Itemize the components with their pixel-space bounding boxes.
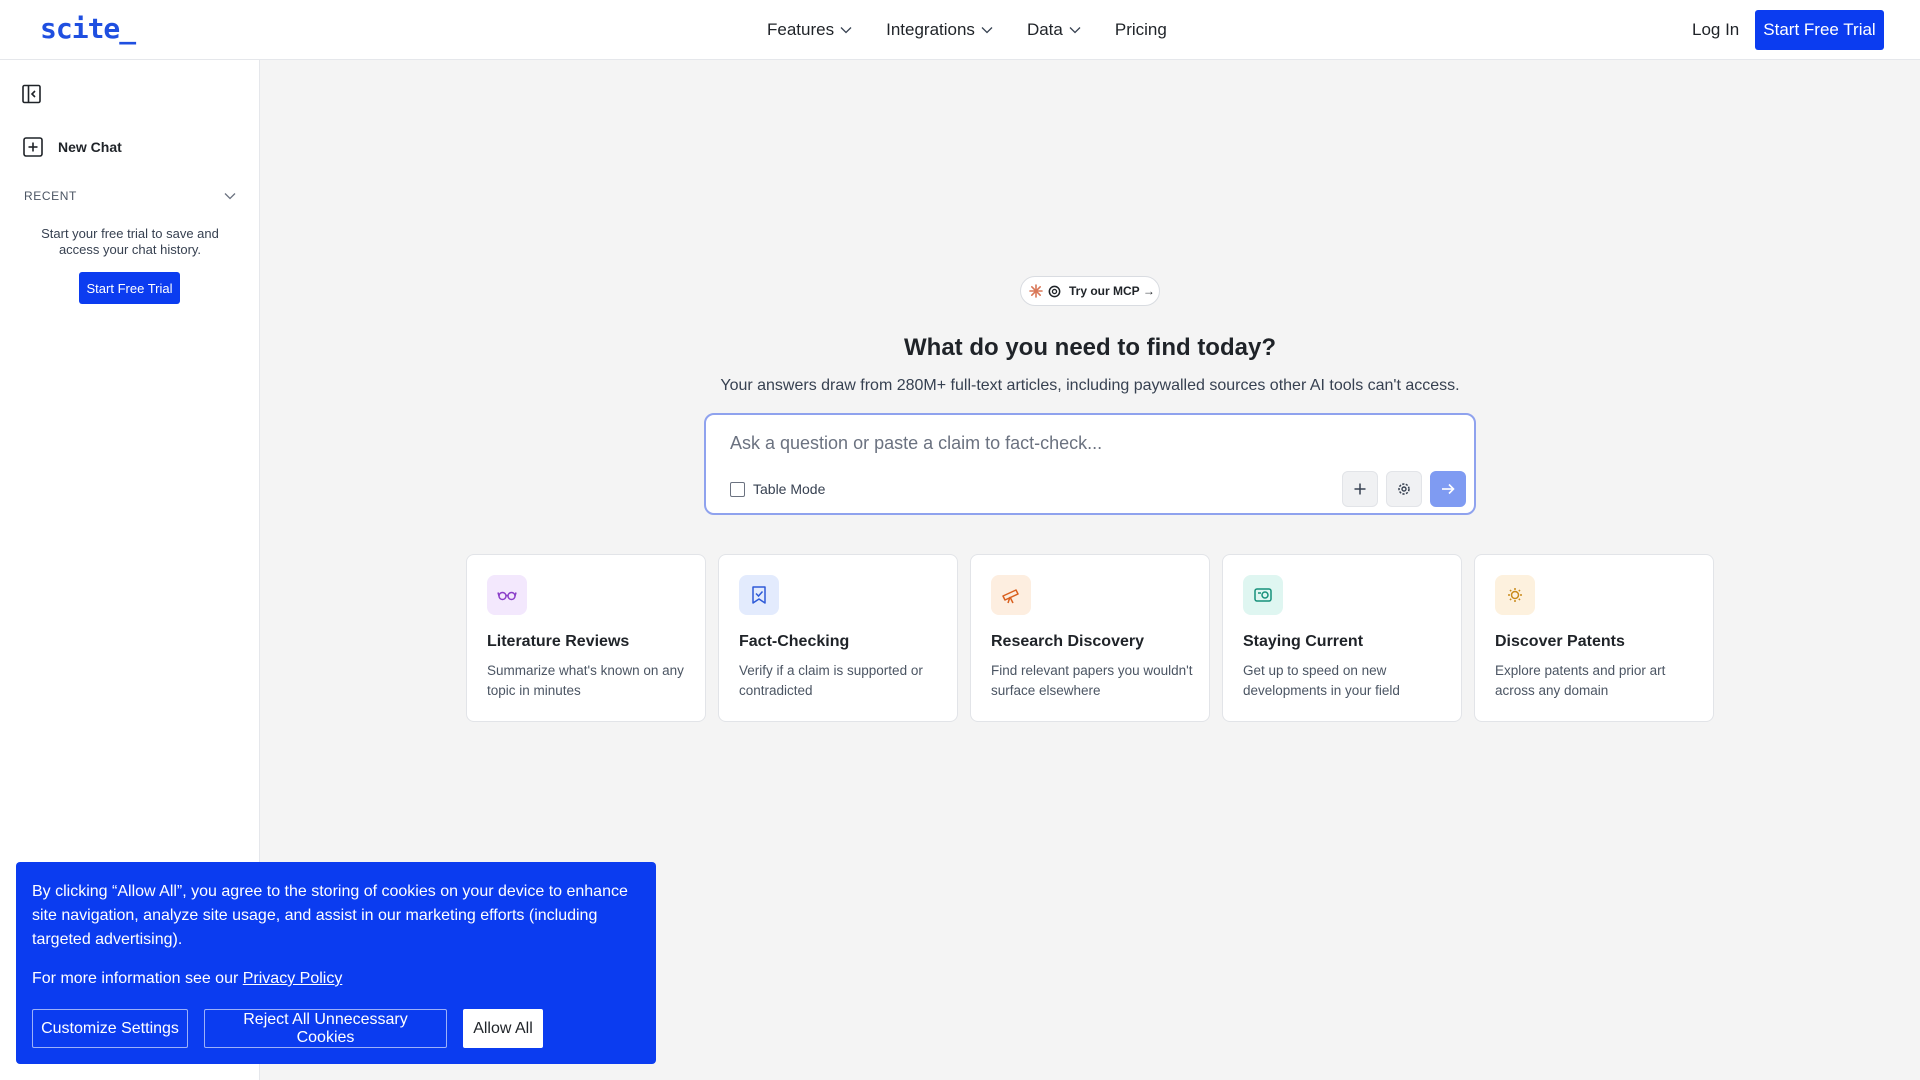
card-staying-current[interactable]: Staying Current Get up to speed on new d… bbox=[1222, 554, 1462, 722]
start-free-trial-button[interactable]: Start Free Trial bbox=[1755, 10, 1884, 50]
table-mode-checkbox[interactable] bbox=[730, 481, 745, 497]
privacy-policy-link[interactable]: Privacy Policy bbox=[243, 970, 343, 987]
card-icon-bg bbox=[739, 575, 779, 615]
plus-icon bbox=[1354, 483, 1366, 495]
sidebar-collapse-icon bbox=[22, 84, 41, 104]
openai-logo-icon bbox=[1045, 282, 1063, 300]
scite-logo[interactable]: scite_ bbox=[40, 12, 136, 45]
card-description: Summarize what's known on any topic in m… bbox=[487, 663, 684, 698]
nav-item-features[interactable]: Features bbox=[767, 20, 852, 40]
settings-button[interactable] bbox=[1386, 471, 1422, 507]
telescope-icon bbox=[1002, 589, 1019, 604]
patent-icon bbox=[1508, 588, 1522, 602]
card-discover-patents[interactable]: Discover Patents Explore patents and pri… bbox=[1474, 554, 1714, 722]
arrow-right-icon bbox=[1442, 483, 1455, 495]
try-mcp-label: Try our MCP → bbox=[1069, 284, 1155, 298]
card-fact-checking[interactable]: Fact-Checking Verify if a claim is suppo… bbox=[718, 554, 958, 722]
card-description: Find relevant papers you wouldn't surfac… bbox=[991, 663, 1193, 698]
customize-settings-button[interactable]: Customize Settings bbox=[32, 1009, 188, 1048]
top-header: scite_ Features Integrations Data Pricin… bbox=[0, 0, 1920, 60]
card-description: Explore patents and prior art across any… bbox=[1495, 663, 1666, 698]
page-subheadline: Your answers draw from 280M+ full-text a… bbox=[720, 377, 1460, 394]
table-mode-toggle[interactable]: Table Mode bbox=[730, 481, 825, 497]
nav-item-pricing[interactable]: Pricing bbox=[1115, 20, 1167, 40]
use-case-cards: Literature Reviews Summarize what's know… bbox=[466, 554, 1726, 722]
page-headline: What do you need to find today? bbox=[904, 334, 1276, 361]
glasses-icon bbox=[497, 591, 517, 601]
recent-label: RECENT bbox=[24, 189, 77, 203]
nav-item-label: Features bbox=[767, 20, 835, 39]
card-icon-bg bbox=[1495, 575, 1535, 615]
allow-all-cookies-button[interactable]: Allow All bbox=[463, 1009, 543, 1048]
login-link[interactable]: Log In bbox=[1692, 20, 1739, 40]
arrow-right-icon: → bbox=[1142, 284, 1155, 298]
recent-section-toggle[interactable]: RECENT bbox=[24, 189, 236, 203]
sidebar-start-free-trial-button[interactable]: Start Free Trial bbox=[79, 272, 180, 304]
search-input[interactable] bbox=[730, 433, 1430, 454]
card-description: Verify if a claim is supported or contra… bbox=[739, 663, 923, 698]
search-box: Table Mode bbox=[704, 413, 1476, 515]
chevron-down-icon bbox=[840, 27, 852, 34]
card-title: Literature Reviews bbox=[487, 633, 630, 650]
nav-item-label: Pricing bbox=[1114, 20, 1167, 39]
card-literature-reviews[interactable]: Literature Reviews Summarize what's know… bbox=[466, 554, 706, 722]
cookie-info: For more information see our Privacy Pol… bbox=[32, 970, 342, 988]
card-title: Fact-Checking bbox=[739, 633, 850, 650]
newspaper-icon bbox=[1254, 588, 1272, 602]
card-title: Research Discovery bbox=[991, 633, 1144, 650]
card-description: Get up to speed on new developments in y… bbox=[1243, 663, 1400, 698]
card-research-discovery[interactable]: Research Discovery Find relevant papers … bbox=[970, 554, 1210, 722]
bookmark-check-icon bbox=[752, 586, 766, 604]
nav-item-integrations[interactable]: Integrations bbox=[886, 20, 993, 40]
reject-cookies-button[interactable]: Reject All Unnecessary Cookies bbox=[204, 1009, 447, 1048]
gear-icon bbox=[1398, 483, 1410, 495]
table-mode-label: Table Mode bbox=[753, 481, 826, 497]
cookie-info-text: For more information see our bbox=[32, 970, 243, 987]
card-title: Discover Patents bbox=[1495, 633, 1625, 650]
new-chat-label: New Chat bbox=[58, 139, 122, 155]
chat-history-trial-text: Start your free trial to save and access… bbox=[41, 226, 219, 257]
cookie-banner: By clicking “Allow All”, you agree to th… bbox=[16, 862, 656, 1064]
main-nav: Features Integrations Data Pricing bbox=[767, 0, 1201, 60]
send-button[interactable] bbox=[1430, 471, 1466, 507]
card-icon-bg bbox=[991, 575, 1031, 615]
new-chat-button[interactable]: New Chat bbox=[22, 136, 122, 158]
chevron-down-icon bbox=[981, 27, 993, 34]
chevron-down-icon bbox=[224, 193, 236, 200]
chevron-down-icon bbox=[1069, 27, 1081, 34]
card-icon-bg bbox=[1243, 575, 1283, 615]
cookie-message: By clicking “Allow All”, you agree to th… bbox=[32, 883, 628, 948]
claude-logo-icon bbox=[1027, 282, 1045, 300]
card-title: Staying Current bbox=[1243, 633, 1364, 650]
card-icon-bg bbox=[487, 575, 527, 615]
new-chat-icon bbox=[23, 137, 43, 157]
nav-item-label: Data bbox=[1026, 20, 1063, 39]
sidebar-collapse-button[interactable] bbox=[20, 82, 44, 106]
try-mcp-pill[interactable]: Try our MCP → bbox=[1020, 276, 1160, 306]
add-attachment-button[interactable] bbox=[1342, 471, 1378, 507]
nav-item-label: Integrations bbox=[886, 20, 975, 39]
nav-item-data[interactable]: Data bbox=[1027, 20, 1081, 40]
